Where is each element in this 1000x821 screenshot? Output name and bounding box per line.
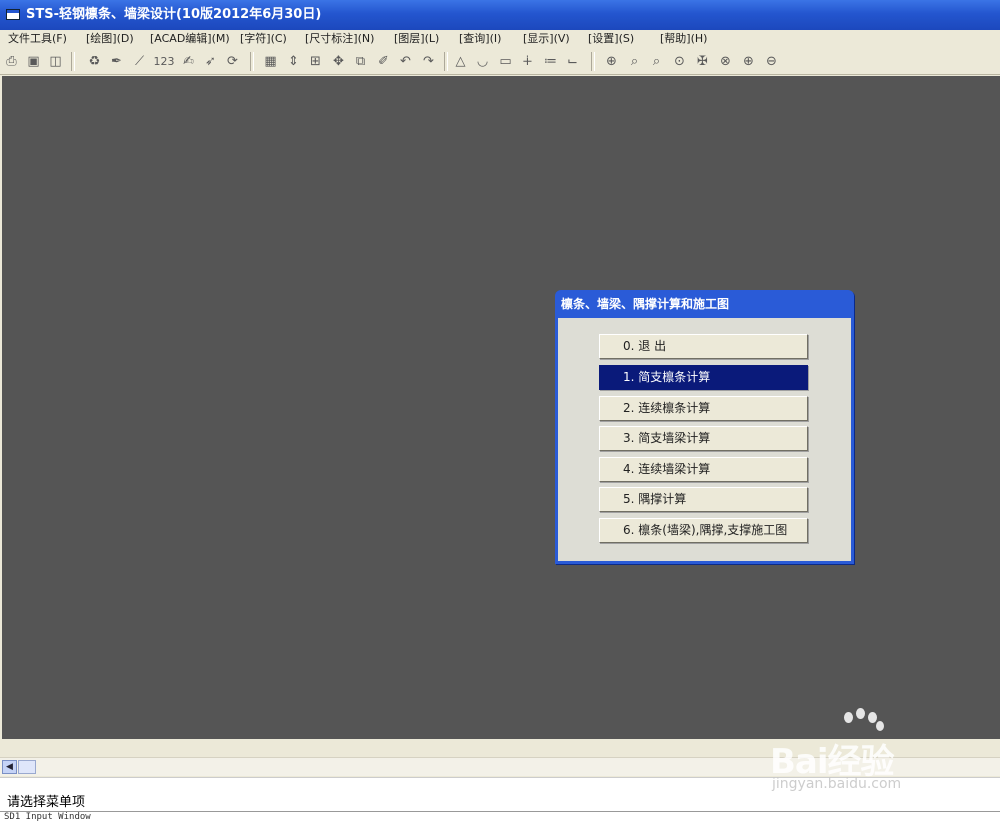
zoom-pan-icon[interactable]: ✠ (694, 53, 711, 70)
exit-button[interactable]: 0. 退 出 (599, 334, 808, 359)
app-window-icon (6, 9, 20, 20)
menu-help[interactable]: [帮助](H) (658, 32, 709, 46)
continuous-wall-beam-calc-button[interactable]: 4. 连续墙梁计算 (599, 457, 808, 482)
break-icon[interactable]: ∔ (519, 53, 536, 70)
scroll-left-icon[interactable]: ◀ (2, 760, 17, 774)
fillet-icon[interactable]: ⌙ (564, 53, 581, 70)
paw-icon (876, 721, 884, 731)
paw-icon (844, 712, 853, 723)
menu-display[interactable]: [显示](V) (521, 32, 572, 46)
menu-acad-edit[interactable]: [ACAD编辑](M) (148, 32, 232, 46)
prompt-text: 请选择菜单项 (7, 795, 86, 810)
toolbar-separator (444, 52, 448, 71)
input-window-strip: SD1 Input Window (0, 811, 1000, 821)
pen-icon[interactable]: ✒ (108, 53, 125, 70)
extend-icon[interactable]: ≔ (542, 53, 559, 70)
toolbar-separator (591, 52, 595, 71)
menu-file-tools[interactable]: 文件工具(F) (6, 32, 69, 46)
watermark-url: jingyan.baidu.com (772, 776, 902, 792)
zoom-out-icon[interactable]: ⊖ (763, 53, 780, 70)
zoom-in-icon[interactable]: ⊕ (740, 53, 757, 70)
undo-icon[interactable]: ↶ (397, 53, 414, 70)
menu-layer[interactable]: [图层](L) (392, 32, 441, 46)
menu-bar: 文件工具(F) [绘图](D) [ACAD编辑](M) [字符](C) [尺寸标… (0, 30, 1000, 48)
save-icon[interactable]: ▣ (25, 53, 42, 70)
line-icon[interactable]: ⟋ (131, 53, 148, 70)
menu-settings[interactable]: [设置](S) (586, 32, 636, 46)
char-icon[interactable]: ➶ (202, 53, 219, 70)
arc-icon[interactable]: ◡ (474, 53, 491, 70)
pan-icon[interactable]: ✥ (330, 53, 347, 70)
zoom-prev-icon[interactable]: ⌕ (648, 53, 665, 70)
copy-icon[interactable]: ⧉ (352, 53, 369, 70)
zoom-all-icon[interactable]: ⊙ (671, 53, 688, 70)
redo-icon[interactable]: ↷ (420, 53, 437, 70)
construction-drawing-button[interactable]: 6. 檩条(墙梁),隅撑,支撑施工图 (599, 518, 808, 543)
toolbar-separator (71, 52, 75, 71)
simple-purlin-calc-button[interactable]: 1. 简支檩条计算 (599, 365, 808, 390)
dialog-title: 檩条、墙梁、隅撑计算和施工图 (561, 297, 730, 311)
menu-text[interactable]: [字符](C) (238, 32, 289, 46)
move-vertical-icon[interactable]: ⇕ (285, 53, 302, 70)
paw-icon (856, 708, 865, 719)
zoom-realtime-icon[interactable]: ⌕ (626, 53, 643, 70)
export-icon[interactable]: ◫ (47, 53, 64, 70)
menu-dimension[interactable]: [尺寸标注](N) (303, 32, 376, 46)
redraw-icon[interactable]: ♻ (86, 53, 103, 70)
brush-icon[interactable]: ✐ (375, 53, 392, 70)
toolbar-separator (250, 52, 254, 71)
polygon-icon[interactable]: △ (452, 53, 469, 70)
print-icon[interactable]: ⎙ (3, 53, 20, 70)
toolbar: ⎙ ▣ ◫ ♻ ✒ ⟋ 123 ✍ ➶ ⟳ ▦ ⇕ ⊞ ✥ ⧉ ✐ ↶ ↷ △ … (0, 48, 1000, 75)
text-icon[interactable]: ✍ (180, 53, 197, 70)
menu-dialog: 檩条、墙梁、隅撑计算和施工图 0. 退 出 1. 简支檩条计算 2. 连续檩条计… (555, 290, 854, 564)
baidu-watermark: Bai经验 jingyan.baidu.com (770, 708, 995, 802)
window-title: STS-轻钢檩条、墙梁设计(10版2012年6月30日) (26, 7, 322, 22)
paw-icon (868, 712, 877, 723)
window-title-bar: STS-轻钢檩条、墙梁设计(10版2012年6月30日) (0, 0, 1000, 30)
zoom-window-icon[interactable]: ⊕ (603, 53, 620, 70)
menu-query[interactable]: [查询](I) (457, 32, 503, 46)
rotate-icon[interactable]: ⟳ (224, 53, 241, 70)
continuous-purlin-calc-button[interactable]: 2. 连续檩条计算 (599, 396, 808, 421)
number-icon[interactable]: 123 (153, 53, 175, 70)
scroll-thumb[interactable] (18, 760, 36, 774)
menu-draw[interactable]: [绘图](D) (84, 32, 136, 46)
window-icon[interactable]: ⊞ (307, 53, 324, 70)
dialog-body: 0. 退 出 1. 简支檩条计算 2. 连续檩条计算 3. 简支墙梁计算 4. … (558, 318, 851, 561)
knee-brace-calc-button[interactable]: 5. 隅撑计算 (599, 487, 808, 512)
zoom-extent-icon[interactable]: ⊗ (717, 53, 734, 70)
rect-icon[interactable]: ▭ (497, 53, 514, 70)
simple-wall-beam-calc-button[interactable]: 3. 简支墙梁计算 (599, 426, 808, 451)
grid-icon[interactable]: ▦ (262, 53, 279, 70)
